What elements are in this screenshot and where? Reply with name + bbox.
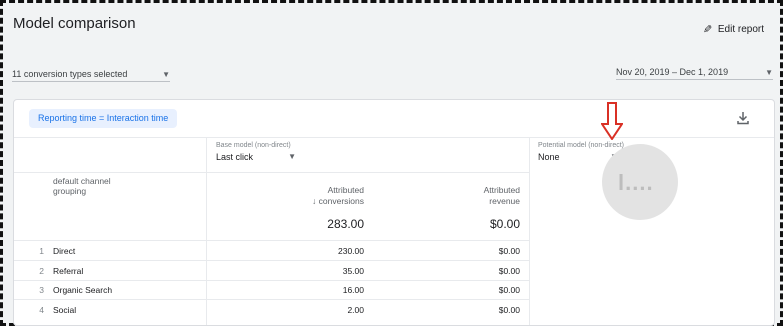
annotation-arrow-icon	[601, 102, 623, 140]
row-channel: Organic Search	[53, 285, 113, 295]
date-range-select[interactable]: Nov 20, 2019 – Dec 1, 2019 ▼	[616, 65, 773, 80]
potential-model-value: None	[538, 152, 560, 162]
edit-report-label: Edit report	[717, 24, 764, 35]
row-conversions: 35.00	[342, 266, 364, 276]
row-conversions: 16.00	[342, 285, 364, 295]
potential-model-label: Potential model (non-direct)	[538, 142, 624, 149]
column-divider	[529, 137, 530, 325]
conversion-types-value: 11 conversion types selected	[12, 69, 128, 79]
reporting-time-chip[interactable]: Reporting time = Interaction time	[29, 109, 178, 128]
row-channel: Direct	[53, 246, 76, 256]
revenue-header-line2: revenue	[489, 196, 520, 206]
base-model-select[interactable]: Last click ▼	[216, 152, 296, 162]
revenue-column-header[interactable]: Attributed revenue	[484, 185, 520, 207]
total-conversions: 283.00	[327, 217, 364, 231]
row-conversions: 230.00	[338, 246, 364, 256]
edit-report-button[interactable]: ✎ Edit report	[703, 23, 764, 36]
conversions-header-line1: Attributed	[327, 185, 364, 195]
row-revenue: $0.00	[498, 246, 520, 256]
divider	[14, 172, 529, 173]
revenue-header-line1: Attributed	[483, 185, 520, 195]
row-revenue: $0.00	[498, 266, 520, 276]
total-revenue: $0.00	[489, 217, 520, 231]
date-range-value: Nov 20, 2019 – Dec 1, 2019	[616, 67, 729, 77]
table-row[interactable]: 1 Direct 230.00 $0.00	[14, 241, 529, 260]
table-row[interactable]: 3 Organic Search 16.00 $0.00	[14, 280, 529, 299]
dropdown-arrow-icon: ▼	[765, 67, 773, 77]
table-row[interactable]: 2 Referral 35.00 $0.00	[14, 261, 529, 280]
row-revenue: $0.00	[498, 305, 520, 315]
row-conversions: 2.00	[347, 305, 364, 315]
conversions-column-header[interactable]: Attributed ↓ conversions	[312, 185, 364, 207]
divider	[14, 137, 774, 138]
loading-glyph: l....	[618, 170, 654, 195]
dropdown-arrow-icon: ▼	[162, 69, 170, 79]
potential-model-select[interactable]: None ▼	[538, 152, 618, 162]
dropdown-arrow-icon: ▼	[288, 152, 296, 161]
screenshot-frame: Model comparison ✎ Edit report 11 conver…	[0, 0, 783, 326]
base-model-label: Base model (non-direct)	[216, 142, 291, 149]
row-channel: Referral	[53, 266, 84, 276]
loading-spinner-icon: l....	[602, 144, 678, 220]
pencil-icon: ✎	[702, 24, 712, 36]
page-title: Model comparison	[13, 15, 136, 32]
download-icon[interactable]	[736, 111, 750, 125]
row-revenue: $0.00	[498, 285, 520, 295]
base-model-value: Last click	[216, 152, 254, 162]
table-row[interactable]: 4 Social 2.00 $0.00	[14, 300, 529, 319]
row-channel: Social	[53, 305, 77, 315]
row-number: 2	[39, 266, 44, 276]
row-number: 4	[39, 305, 44, 315]
row-number: 3	[39, 285, 44, 295]
row-number: 1	[39, 246, 44, 256]
conversion-types-select[interactable]: 11 conversion types selected ▼	[12, 67, 170, 82]
dimension-header: default channel grouping	[53, 176, 111, 196]
conversions-header-line2: ↓ conversions	[312, 196, 364, 206]
